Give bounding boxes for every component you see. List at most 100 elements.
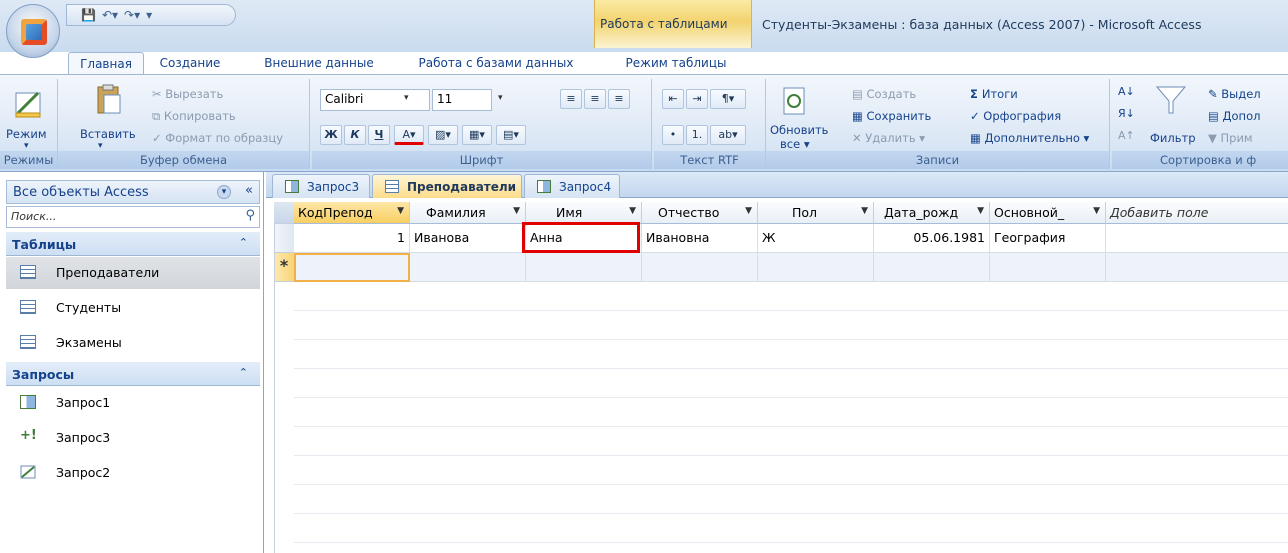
doc-tab-teachers[interactable]: Преподаватели (372, 174, 522, 198)
office-button[interactable] (6, 4, 60, 58)
font-color-icon[interactable]: A▾ (394, 125, 424, 145)
nav-item-query1[interactable]: Запрос1 (6, 387, 260, 419)
collapse-chevron-icon[interactable]: ⌃ (239, 236, 248, 249)
doc-tab-query3[interactable]: Запрос3 (272, 174, 370, 198)
collapse-chevron-icon[interactable]: ⌃ (239, 366, 248, 379)
paste-button[interactable]: Вставить (80, 127, 136, 141)
tab-create[interactable]: Создание (150, 52, 230, 74)
new-cell[interactable] (990, 253, 1106, 282)
cell-gender[interactable]: Ж (758, 224, 874, 253)
copy-button[interactable]: ⧉ Копировать (152, 109, 236, 124)
selection-button[interactable]: ✎ Выдел (1208, 87, 1261, 101)
view-dropdown-icon[interactable]: ▾ (24, 141, 29, 151)
column-header-gender[interactable]: Пол ▼ (758, 202, 874, 224)
column-dropdown-icon[interactable]: ▼ (629, 206, 636, 216)
new-cell[interactable] (642, 253, 758, 282)
cell-id[interactable]: 1 (294, 224, 410, 253)
cell-lastname[interactable]: Иванова (410, 224, 526, 253)
column-header-lastname[interactable]: Фамилия ▼ (410, 202, 526, 224)
align-right-icon[interactable]: ≡ (608, 89, 630, 109)
tab-home[interactable]: Главная (68, 52, 144, 74)
italic-icon[interactable]: К (344, 125, 366, 145)
view-icon[interactable] (12, 87, 46, 121)
bullets-icon[interactable]: • (662, 125, 684, 145)
delete-record-button[interactable]: ✕ Удалить ▾ (852, 131, 925, 145)
gridlines-icon[interactable]: ▦▾ (462, 125, 492, 145)
tab-database-tools[interactable]: Работа с базами данных (408, 52, 584, 74)
numbering-icon[interactable]: 1. (686, 125, 708, 145)
tab-datasheet[interactable]: Режим таблицы (608, 52, 744, 74)
font-size-box[interactable]: 11 (432, 89, 492, 111)
collapse-pane-icon[interactable]: « (245, 183, 253, 198)
nav-header[interactable]: Все объекты Access ▾ « (6, 180, 260, 204)
column-header-birthdate[interactable]: Дата_рожд ▼ (874, 202, 990, 224)
clear-sort-icon[interactable]: A↑ (1118, 129, 1135, 142)
nav-item-query3[interactable]: +! Запрос3 (6, 422, 260, 454)
add-field-header[interactable]: Добавить поле (1106, 202, 1288, 224)
column-header-firstname[interactable]: Имя ▼ (526, 202, 642, 224)
new-cell[interactable] (758, 253, 874, 282)
cell-birthdate[interactable]: 05.06.1981 (874, 224, 990, 253)
save-icon[interactable]: 💾 (81, 8, 96, 22)
align-center-icon[interactable]: ≡ (584, 89, 606, 109)
apply-filter-button[interactable]: ▼ Прим (1208, 131, 1253, 145)
font-name-box[interactable]: Calibri (320, 89, 430, 111)
nav-section-queries[interactable]: Запросы ⌃ (6, 362, 260, 386)
spelling-button[interactable]: ✓ Орфография (970, 109, 1061, 123)
column-dropdown-icon[interactable]: ▼ (745, 206, 752, 216)
new-cell[interactable] (1106, 253, 1288, 282)
fill-color-icon[interactable]: ▨▾ (428, 125, 458, 145)
decrease-indent-icon[interactable]: ⇤ (662, 89, 684, 109)
nav-item-students[interactable]: Студенты (6, 292, 260, 324)
refresh-button[interactable]: Обновить (770, 123, 828, 137)
column-dropdown-icon[interactable]: ▼ (1093, 206, 1100, 216)
sort-descending-icon[interactable]: Я↓ (1118, 107, 1135, 120)
new-record-button[interactable]: ▤ Создать (852, 87, 916, 101)
highlight-icon[interactable]: ab▾ (710, 125, 746, 145)
view-button-label[interactable]: Режим (6, 127, 47, 141)
bold-icon[interactable]: Ж (320, 125, 342, 145)
undo-icon[interactable]: ↶▾ (102, 8, 118, 22)
record-selector[interactable] (274, 224, 294, 253)
nav-item-exams[interactable]: Экзамены (6, 327, 260, 359)
paragraph-icon[interactable]: ¶▾ (710, 89, 746, 109)
filter-icon[interactable] (1154, 83, 1188, 117)
font-size-dropdown-icon[interactable]: ▾ (498, 93, 503, 103)
align-left-icon[interactable]: ≡ (560, 89, 582, 109)
new-record-selector[interactable]: * (274, 253, 294, 282)
totals-button[interactable]: Σ Итоги (970, 87, 1018, 101)
nav-item-query2[interactable]: Запрос2 (6, 457, 260, 489)
refresh-all-label[interactable]: все ▾ (780, 137, 810, 151)
underline-icon[interactable]: Ч (368, 125, 390, 145)
customize-qat-icon[interactable]: ▾ (146, 8, 152, 22)
search-icon[interactable]: ⚲ (245, 208, 255, 223)
increase-indent-icon[interactable]: ⇥ (686, 89, 708, 109)
cell-add-field[interactable] (1106, 224, 1288, 253)
nav-section-tables[interactable]: Таблицы ⌃ (6, 232, 260, 256)
new-cell[interactable] (410, 253, 526, 282)
more-button[interactable]: ▦ Дополнительно ▾ (970, 131, 1089, 145)
cut-button[interactable]: ✂ Вырезать (152, 87, 223, 101)
nav-search-input[interactable]: Поиск... ⚲ (6, 206, 260, 228)
advanced-button[interactable]: ▤ Допол (1208, 109, 1260, 123)
cell-main[interactable]: География (990, 224, 1106, 253)
column-dropdown-icon[interactable]: ▼ (397, 206, 404, 216)
tab-external-data[interactable]: Внешние данные (256, 52, 382, 74)
nav-item-teachers[interactable]: Преподаватели (6, 257, 260, 289)
sort-ascending-icon[interactable]: A↓ (1118, 85, 1135, 98)
filter-button[interactable]: Фильтр (1150, 131, 1196, 145)
paste-icon[interactable] (92, 83, 126, 117)
new-cell-id[interactable] (294, 253, 410, 282)
column-dropdown-icon[interactable]: ▼ (861, 206, 868, 216)
cell-patronymic[interactable]: Ивановна (642, 224, 758, 253)
format-painter-button[interactable]: ✓ Формат по образцу (152, 131, 283, 145)
column-dropdown-icon[interactable]: ▼ (977, 206, 984, 216)
new-cell[interactable] (874, 253, 990, 282)
nav-menu-dropdown-icon[interactable]: ▾ (217, 185, 231, 199)
column-header-main[interactable]: Основной_ ▼ (990, 202, 1106, 224)
column-header-id[interactable]: КодПрепод ▼ (294, 202, 410, 224)
column-header-patronymic[interactable]: Отчество ▼ (642, 202, 758, 224)
cell-firstname[interactable]: Анна (526, 224, 642, 253)
doc-tab-query4[interactable]: Запрос4 (524, 174, 620, 198)
new-cell[interactable] (526, 253, 642, 282)
